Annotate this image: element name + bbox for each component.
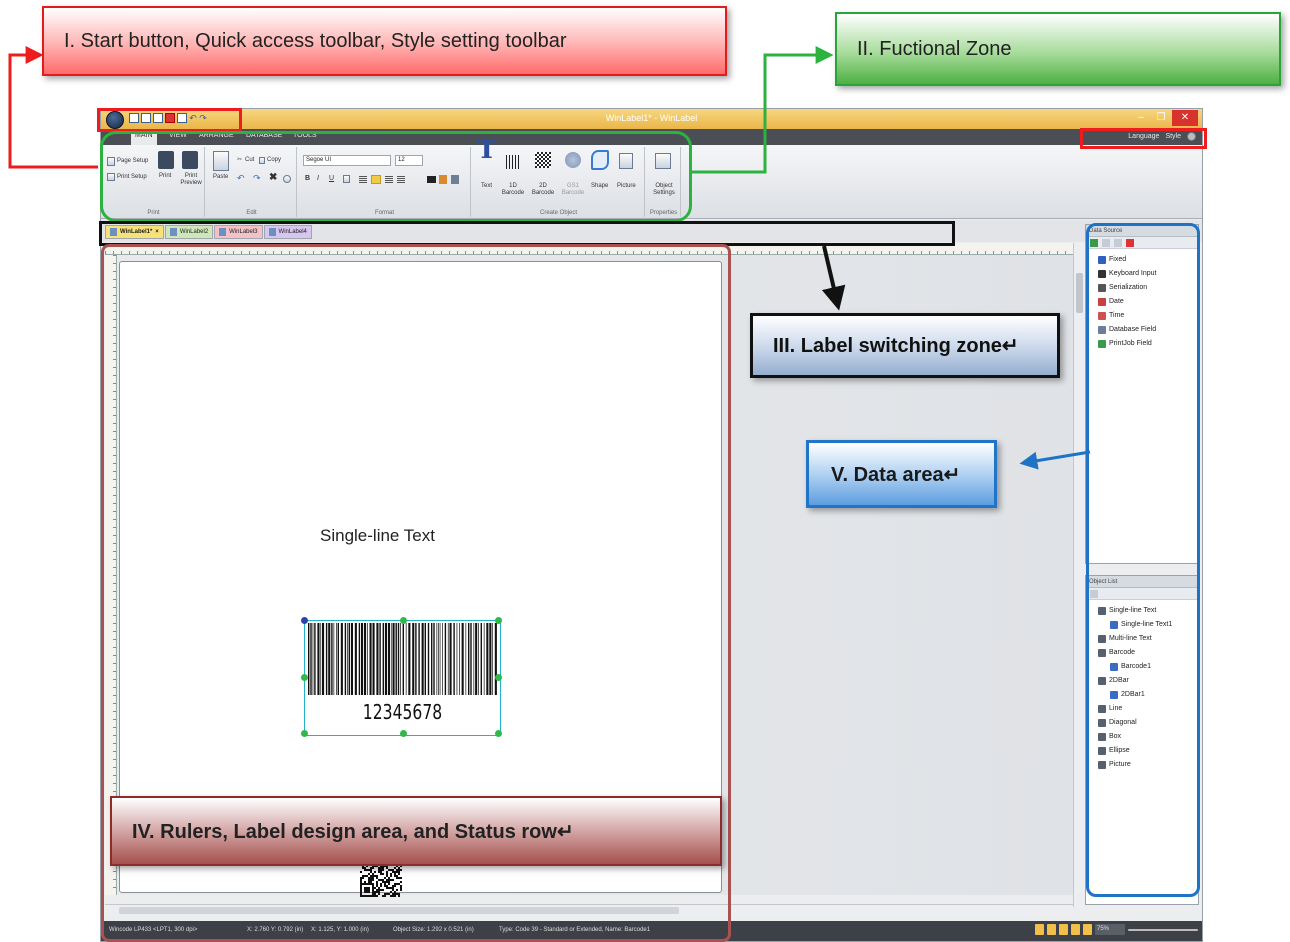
zone5-highlight-frame — [1086, 223, 1200, 897]
window-title: WinLabel1* - WinLabel — [605, 113, 698, 123]
zoom-slider[interactable] — [1128, 928, 1198, 931]
scroll-thumb[interactable] — [1076, 273, 1083, 313]
snap-icon[interactable] — [1059, 924, 1068, 935]
vertical-scrollbar[interactable] — [1073, 243, 1084, 907]
zone5-callout: V. Data area↵ — [806, 440, 997, 508]
minimize-icon[interactable]: – — [1132, 110, 1150, 126]
window-controls: – ❐ ✕ — [1132, 110, 1198, 126]
restore-icon[interactable]: ❐ — [1152, 110, 1170, 126]
zone1-highlight-frame — [97, 108, 242, 132]
zone3-highlight-frame — [99, 221, 955, 246]
zone3-callout: III. Label switching zone↵ — [750, 313, 1060, 378]
zone4-callout: IV. Rulers, Label design area, and Statu… — [110, 796, 722, 866]
zone2-callout: II. Fuctional Zone — [835, 12, 1281, 86]
lock-icon[interactable] — [1083, 924, 1092, 935]
title-bar: ↶ ↷ WinLabel1* - WinLabel – ❐ ✕ — [101, 109, 1202, 129]
view-icon[interactable] — [1071, 924, 1080, 935]
grid-icon[interactable] — [1047, 924, 1056, 935]
zoom-fit-icon[interactable] — [1035, 924, 1044, 935]
zoom-controls: 75% — [1035, 924, 1198, 935]
zoom-level[interactable]: 75% — [1095, 924, 1125, 935]
zone1-style-highlight-frame — [1080, 128, 1207, 149]
zone1-callout: I. Start button, Quick access toolbar, S… — [42, 6, 727, 76]
close-icon[interactable]: ✕ — [1172, 110, 1198, 126]
zone2-highlight-frame — [100, 131, 692, 222]
